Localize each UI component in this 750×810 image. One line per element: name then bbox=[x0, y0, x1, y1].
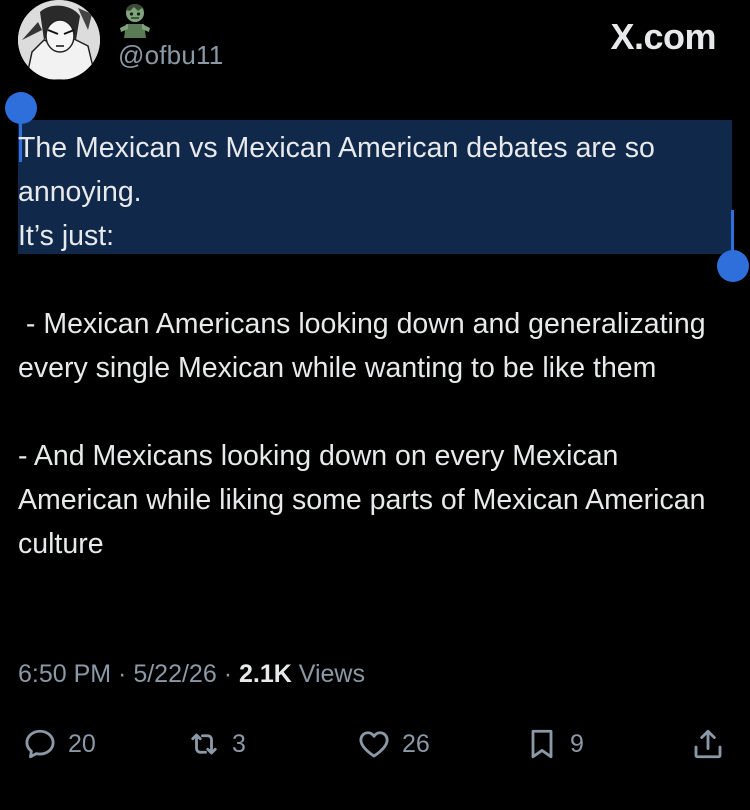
bookmark-icon bbox=[531, 729, 553, 759]
reply-icon bbox=[25, 729, 55, 759]
heart-icon bbox=[359, 731, 389, 758]
reply-count: 20 bbox=[68, 729, 96, 758]
meta-separator: · bbox=[111, 660, 134, 688]
like-button[interactable]: 26 bbox=[356, 718, 430, 770]
brand-watermark: X.com bbox=[610, 16, 716, 57]
bookmark-button[interactable]: 9 bbox=[524, 718, 584, 770]
repost-count: 3 bbox=[232, 729, 246, 758]
meta-separator: · bbox=[216, 660, 239, 688]
bookmark-count: 9 bbox=[570, 729, 584, 758]
action-bar: 20 3 26 9 bbox=[0, 718, 750, 770]
tweet-text: The Mexican vs Mexican American debates … bbox=[18, 126, 738, 566]
tweet-line: - Mexican Americans looking down and gen… bbox=[18, 308, 714, 384]
share-icon bbox=[694, 729, 722, 759]
tweet-date[interactable]: 5/22/26 bbox=[133, 660, 216, 688]
tweet-time[interactable]: 6:50 PM bbox=[18, 660, 111, 688]
tweet-line bbox=[18, 258, 738, 302]
repost-button[interactable]: 3 bbox=[186, 718, 246, 770]
like-count: 26 bbox=[402, 729, 430, 758]
tweet-line: - And Mexicans looking down on every Mex… bbox=[18, 440, 714, 560]
tweet-line: It’s just: bbox=[18, 220, 115, 252]
tweet-line: The Mexican vs Mexican American debates … bbox=[18, 132, 663, 208]
repost-icon bbox=[191, 733, 217, 755]
views-label: Views bbox=[291, 660, 365, 688]
avatar[interactable] bbox=[18, 0, 100, 80]
author-handle[interactable]: @ofbu11 bbox=[118, 40, 223, 71]
views-count: 2.1K bbox=[238, 660, 292, 688]
zombie-emoji-icon bbox=[118, 2, 152, 38]
share-button[interactable] bbox=[690, 718, 726, 770]
avatar-illustration bbox=[18, 0, 100, 80]
tweet-meta: 6:50 PM · 5/22/26 · 2.1K Views bbox=[18, 660, 365, 689]
tweet-line bbox=[18, 390, 738, 434]
reply-button[interactable]: 20 bbox=[22, 718, 96, 770]
